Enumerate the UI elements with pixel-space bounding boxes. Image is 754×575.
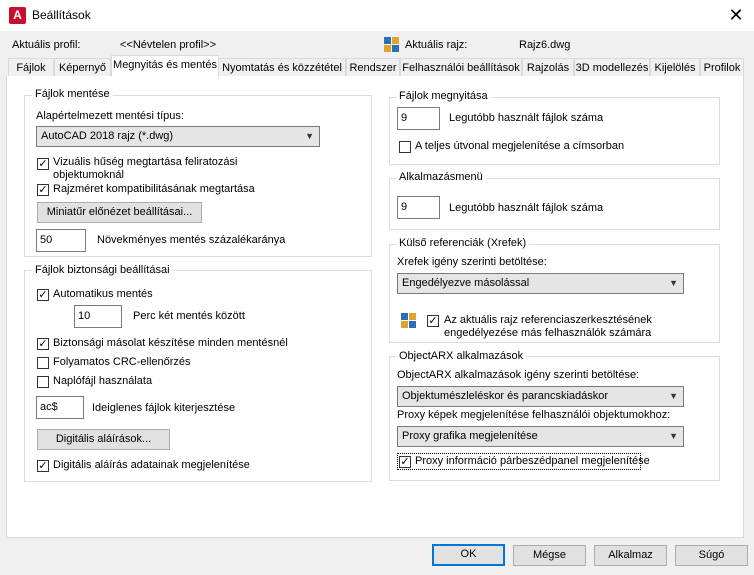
close-icon[interactable]: ✕ xyxy=(724,4,748,26)
save-type-label: Alapértelmezett mentési típus: xyxy=(36,110,184,122)
window-title: Beállítások xyxy=(32,8,91,22)
file-safety-group-title: Fájlok biztonsági beállításai xyxy=(32,264,173,276)
drawing-value: Rajz6.dwg xyxy=(519,39,571,51)
autosave-minutes-label: Perc két mentés között xyxy=(133,310,245,322)
xref-demand-value: Engedélyezve másolással xyxy=(402,277,530,289)
save-type-select[interactable]: AutoCAD 2018 rajz (*.dwg) ▼ xyxy=(36,126,320,147)
digsig-display-label: Digitális aláírás adatainak megjelenítés… xyxy=(53,459,250,471)
incremental-save-input[interactable]: 50 xyxy=(36,229,86,252)
ok-button[interactable]: OK xyxy=(432,544,505,566)
proxy-dialog-checkbox[interactable]: ✓ xyxy=(399,456,411,468)
drawing-size-label: Rajzméret kompatibilitásának megtartása xyxy=(53,183,255,195)
incremental-save-label: Növekményes mentés százalékaránya xyxy=(97,234,286,246)
arx-demand-select[interactable]: Objektumészleléskor és parancskiadáskor … xyxy=(397,386,684,407)
backup-copy-label: Biztonsági másolat készítése minden ment… xyxy=(53,337,288,349)
cancel-button[interactable]: Mégse xyxy=(513,545,586,566)
tab-open-save[interactable]: Megnyitás és mentés xyxy=(111,55,219,77)
recent-files-input[interactable]: 9 xyxy=(397,107,440,130)
apply-button[interactable]: Alkalmaz xyxy=(594,545,667,566)
tab-files[interactable]: Fájlok xyxy=(8,58,54,76)
temp-extension-label: Ideiglenes fájlok kiterjesztése xyxy=(92,402,236,414)
proxy-images-label: Proxy képek megjelenítése felhasználói o… xyxy=(397,409,671,421)
appmenu-recent-input[interactable]: 9 xyxy=(397,196,440,219)
allow-refedit-label: Az aktuális rajz referenciaszerkesztésén… xyxy=(444,314,652,339)
log-file-label: Naplófájl használata xyxy=(53,375,153,387)
full-path-label: A teljes útvonal megjelenítése a címsorb… xyxy=(415,140,625,152)
save-type-value: AutoCAD 2018 rajz (*.dwg) xyxy=(41,130,174,142)
refedit-icon xyxy=(401,313,416,328)
recent-files-label: Legutóbb használt fájlok száma xyxy=(449,112,604,124)
tab-user-preferences[interactable]: Felhasználói beállítások xyxy=(400,58,522,76)
objectarx-group-title: ObjectARX alkalmazások xyxy=(396,350,527,362)
autosave-checkbox[interactable]: ✓ xyxy=(37,289,49,301)
arx-demand-label: ObjectARX alkalmazások igény szerinti be… xyxy=(397,369,640,381)
visual-fidelity-checkbox[interactable]: ✓ xyxy=(37,158,49,170)
tab-display[interactable]: Képernyő xyxy=(54,58,111,76)
backup-copy-checkbox[interactable]: ✓ xyxy=(37,338,49,350)
drawing-label: Aktuális rajz: xyxy=(405,39,468,51)
tab-plot-publish[interactable]: Nyomtatás és közzététel xyxy=(218,58,346,76)
proxy-dialog-label: Proxy információ párbeszédpanel megjelen… xyxy=(415,455,650,467)
autosave-minutes-input[interactable]: 10 xyxy=(74,305,122,328)
chevron-down-icon: ▼ xyxy=(669,391,678,401)
full-path-checkbox[interactable] xyxy=(399,141,411,153)
autosave-label: Automatikus mentés xyxy=(53,288,153,300)
arx-demand-value: Objektumészleléskor és parancskiadáskor xyxy=(402,390,609,402)
crc-label: Folyamatos CRC-ellenőrzés xyxy=(53,356,191,368)
chevron-down-icon: ▼ xyxy=(669,431,678,441)
help-button[interactable]: Súgó xyxy=(675,545,748,566)
thumbnail-settings-button[interactable]: Miniatűr előnézet beállításai... xyxy=(37,202,202,223)
file-open-group-title: Fájlok megnyitása xyxy=(396,90,491,102)
crc-checkbox[interactable] xyxy=(37,357,49,369)
title-bar xyxy=(0,0,754,31)
xref-demand-select[interactable]: Engedélyezve másolással ▼ xyxy=(397,273,684,294)
appmenu-recent-label: Legutóbb használt fájlok száma xyxy=(449,202,604,214)
digital-signatures-button[interactable]: Digitális aláírások... xyxy=(37,429,170,450)
drawing-size-checkbox[interactable]: ✓ xyxy=(37,184,49,196)
tab-system[interactable]: Rendszer xyxy=(346,58,400,76)
tab-selection[interactable]: Kijelölés xyxy=(650,58,700,76)
autocad-app-icon: A xyxy=(9,7,26,24)
temp-extension-input[interactable]: ac$ xyxy=(36,396,84,419)
chevron-down-icon: ▼ xyxy=(669,278,678,288)
log-file-checkbox[interactable] xyxy=(37,376,49,388)
xref-demand-label: Xrefek igény szerinti betöltése: xyxy=(397,256,547,268)
proxy-images-select[interactable]: Proxy grafika megjelenítése ▼ xyxy=(397,426,684,447)
allow-refedit-checkbox[interactable]: ✓ xyxy=(427,315,439,327)
digsig-display-checkbox[interactable]: ✓ xyxy=(37,460,49,472)
proxy-images-value: Proxy grafika megjelenítése xyxy=(402,430,538,442)
profile-label: Aktuális profil: xyxy=(12,39,81,51)
drawing-file-icon xyxy=(384,37,399,52)
visual-fidelity-label: Vizuális hűség megtartása feliratozási o… xyxy=(53,156,238,181)
profile-value: <<Névtelen profil>> xyxy=(120,39,217,51)
tab-profiles[interactable]: Profilok xyxy=(700,58,744,76)
tab-drafting[interactable]: Rajzolás xyxy=(522,58,574,76)
chevron-down-icon: ▼ xyxy=(305,131,314,141)
file-save-group-title: Fájlok mentése xyxy=(32,88,113,100)
xref-group-title: Külső referenciák (Xrefek) xyxy=(396,237,530,249)
tab-3d-modeling[interactable]: 3D modellezés xyxy=(574,58,650,76)
application-menu-group-title: Alkalmazásmenü xyxy=(396,171,486,183)
